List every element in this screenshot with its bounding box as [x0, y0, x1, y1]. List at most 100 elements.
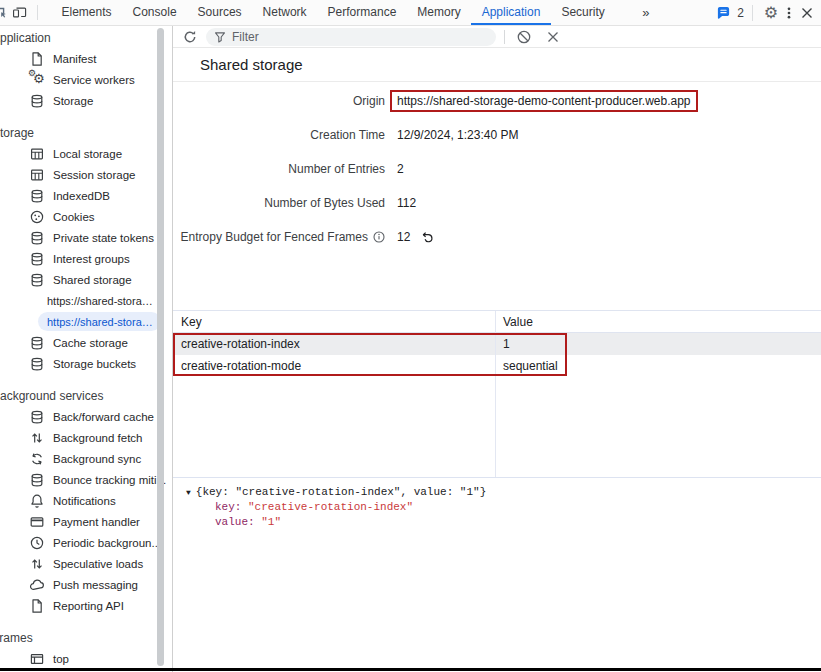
sidebar-item-storage[interactable]: Storage	[0, 90, 172, 111]
sidebar-item-speculative-loads[interactable]: Speculative loads	[0, 553, 172, 574]
expand-triangle-icon[interactable]: ▼	[186, 485, 191, 500]
device-toolbar-icon[interactable]	[12, 0, 27, 25]
annotation-red-box-origin: https://shared-storage-demo-content-prod…	[390, 90, 698, 112]
sidebar-item-storage-buckets[interactable]: Storage buckets	[0, 353, 172, 374]
sidebar-item-back-forward-cache[interactable]: Back/forward cache	[0, 406, 172, 427]
table-row-creative-rotation-mode[interactable]: creative-rotation-modesequential	[173, 355, 821, 377]
tab-sources[interactable]: Sources	[187, 0, 252, 25]
close-devtools-icon[interactable]	[798, 0, 816, 25]
sidebar-item-label: Notifications	[53, 495, 116, 507]
metadata-label: Origin	[173, 94, 385, 108]
sidebar-item-indexeddb[interactable]: IndexedDB	[0, 185, 172, 206]
panel-tabs: ElementsConsoleSourcesNetworkPerformance…	[51, 0, 615, 25]
manifest-document-icon	[29, 51, 45, 67]
sidebar-item-cache-storage[interactable]: Cache storage	[0, 332, 172, 353]
cell-key[interactable]: creative-rotation-index	[173, 333, 495, 355]
tabbar-right-actions: 2 ⚙	[716, 0, 821, 25]
up-down-arrows-icon	[29, 430, 45, 446]
metadata-row-number-of-entries: Number of Entries2	[173, 161, 821, 177]
cell-key[interactable]: creative-rotation-mode	[173, 355, 495, 377]
tab-performance[interactable]: Performance	[317, 0, 407, 25]
preview-property-key: key: "creative-rotation-index"	[186, 500, 821, 515]
cell-value[interactable]: 1	[495, 333, 821, 355]
metadata-label: Creation Time	[173, 128, 385, 142]
refresh-icon[interactable]	[182, 29, 198, 45]
sidebar-item-label: Local storage	[53, 148, 122, 160]
tabbar-divider	[37, 5, 38, 20]
column-header-value[interactable]: Value	[495, 311, 821, 332]
shared-storage-panel: Shared storage Origin https://shared-stor…	[173, 26, 821, 672]
tab-application[interactable]: Application	[471, 0, 551, 25]
sidebar-item-bounce-tracking-miti[interactable]: Bounce tracking miti...	[0, 469, 172, 490]
tab-security[interactable]: Security	[551, 0, 615, 25]
sidebar-item-background-sync[interactable]: Background sync	[0, 448, 172, 469]
message-bubble-icon	[716, 6, 731, 20]
sidebar-scrollbar[interactable]	[157, 28, 164, 666]
tab-network[interactable]: Network	[252, 0, 317, 25]
sidebar-item-label: Storage	[53, 95, 93, 107]
sidebar-item-session-storage[interactable]: Session storage	[0, 164, 172, 185]
metadata-value: 12	[397, 230, 434, 244]
sidebar-item-interest-groups[interactable]: Interest groups	[0, 248, 172, 269]
bell-icon	[29, 493, 45, 509]
sidebar-item-https-shared-storage[interactable]: https://shared-storage...	[0, 311, 172, 332]
database-icon	[29, 409, 45, 425]
preview-property-value: value: "1"	[186, 515, 821, 530]
application-tree: ApplicationManifest⚙⚙Service workersStor…	[0, 26, 172, 669]
sidebar-item-label: Push messaging	[53, 579, 138, 591]
sidebar-item-payment-handler[interactable]: Payment handler	[0, 511, 172, 532]
sidebar-item-top[interactable]: top	[0, 648, 172, 669]
sidebar-item-service-workers[interactable]: ⚙⚙Service workers	[0, 69, 172, 90]
filter-box[interactable]	[206, 28, 496, 46]
sidebar-item-private-state-tokens[interactable]: Private state tokens	[0, 227, 172, 248]
reset-budget-icon[interactable]	[420, 230, 434, 244]
clear-icon[interactable]	[545, 29, 561, 45]
column-divider[interactable]	[495, 311, 496, 478]
more-options-icon[interactable]	[780, 0, 798, 25]
sidebar-item-background-fetch[interactable]: Background fetch	[0, 427, 172, 448]
application-sidebar: ApplicationManifest⚙⚙Service workersStor…	[0, 26, 173, 672]
preview-summary[interactable]: ▼ {key: "creative-rotation-index", value…	[186, 485, 821, 500]
toolbar-divider	[504, 30, 505, 44]
sidebar-item-label: Payment handler	[53, 516, 140, 528]
tab-memory[interactable]: Memory	[407, 0, 471, 25]
inspect-element-icon[interactable]	[0, 5, 7, 21]
settings-gear-icon[interactable]: ⚙	[762, 0, 780, 25]
sidebar-item-periodic-backgroun[interactable]: Periodic backgroun...	[0, 532, 172, 553]
sidebar-section-title-storage: Storage	[0, 122, 172, 143]
credit-card-icon	[29, 514, 45, 530]
table-row-creative-rotation-index[interactable]: creative-rotation-index1	[173, 333, 821, 355]
cookie-icon	[29, 209, 45, 225]
sidebar-item-label: Bounce tracking miti...	[53, 474, 166, 486]
sidebar-item-https-shared-storage[interactable]: https://shared-storage...	[0, 290, 172, 311]
sidebar-item-label: Storage buckets	[53, 358, 136, 370]
frame-icon	[29, 651, 45, 667]
cloud-icon	[29, 577, 45, 593]
database-icon	[29, 230, 45, 246]
tab-console[interactable]: Console	[122, 0, 187, 25]
sidebar-item-shared-storage[interactable]: Shared storage	[0, 269, 172, 290]
shared-storage-metadata: Origin https://shared-storage-demo-conten…	[173, 82, 821, 263]
database-icon	[29, 356, 45, 372]
metadata-row-number-of-bytes-used: Number of Bytes Used112	[173, 195, 821, 211]
column-header-key[interactable]: Key	[173, 311, 495, 332]
sidebar-item-label: Service workers	[53, 74, 135, 86]
sidebar-item-local-storage[interactable]: Local storage	[0, 143, 172, 164]
sidebar-section-background-services: Background servicesBack/forward cacheBac…	[0, 385, 172, 616]
clock-icon	[29, 535, 45, 551]
panel-title: Shared storage	[173, 48, 821, 82]
sidebar-item-notifications[interactable]: Notifications	[0, 490, 172, 511]
sidebar-item-label: IndexedDB	[53, 190, 110, 202]
sync-arrows-icon	[29, 451, 45, 467]
sidebar-item-push-messaging[interactable]: Push messaging	[0, 574, 172, 595]
sidebar-item-cookies[interactable]: Cookies	[0, 206, 172, 227]
block-icon[interactable]	[516, 29, 532, 45]
cell-value[interactable]: sequential	[495, 355, 821, 377]
sidebar-section-title-frames: Frames	[0, 627, 172, 648]
sidebar-item-manifest[interactable]: Manifest	[0, 48, 172, 69]
tab-elements[interactable]: Elements	[51, 0, 122, 25]
filter-input[interactable]	[232, 30, 452, 44]
issues-button[interactable]: 2	[716, 6, 744, 20]
sidebar-item-reporting-api[interactable]: Reporting API	[0, 595, 172, 616]
more-tabs-button[interactable]: »	[642, 0, 648, 25]
